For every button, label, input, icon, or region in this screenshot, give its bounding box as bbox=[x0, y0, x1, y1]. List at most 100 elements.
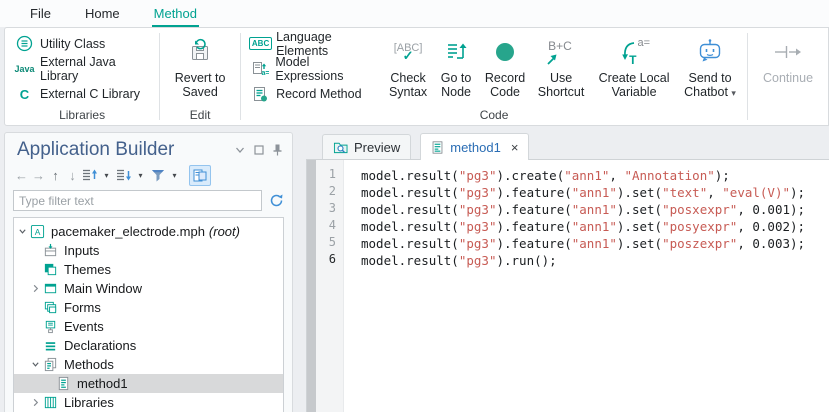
line-number: 4 bbox=[316, 218, 343, 235]
application-builder-panel: Application Builder ← → ↑ ↓ ▾ ▾ ▾ bbox=[4, 132, 293, 412]
ribbon-tab-bar: File Home Method bbox=[0, 0, 829, 27]
panel-pin-icon[interactable] bbox=[273, 144, 282, 156]
record-code-icon bbox=[492, 35, 518, 69]
methods-icon bbox=[42, 357, 58, 372]
continue-label: Continue bbox=[763, 71, 813, 85]
language-elements-icon: ABC bbox=[251, 37, 270, 50]
model-expressions-button[interactable]: a= Model Expressions bbox=[245, 57, 383, 80]
panel-title: Application Builder bbox=[17, 139, 174, 161]
create-local-variable-button[interactable]: a=T Create Local Variable bbox=[591, 31, 677, 107]
tree-item-label: Forms bbox=[64, 300, 101, 315]
tree-item-method1[interactable]: method1 bbox=[14, 374, 283, 393]
filter-input[interactable] bbox=[13, 190, 262, 211]
tree-item-main-window[interactable]: Main Window bbox=[14, 279, 283, 298]
use-shortcut-button[interactable]: B+C Use Shortcut bbox=[531, 31, 591, 107]
code-line[interactable]: model.result("pg3").feature("ann1").set(… bbox=[361, 218, 829, 235]
go-back-button[interactable]: ← bbox=[13, 165, 30, 185]
tree-item-pacemaker-electrode-mph[interactable]: Apacemaker_electrode.mph(root) bbox=[14, 222, 283, 241]
code-line[interactable]: model.result("pg3").create("ann1", "Anno… bbox=[361, 167, 829, 184]
themes-icon bbox=[42, 262, 58, 277]
move-up-button[interactable]: ↑ bbox=[47, 165, 64, 185]
tree-item-events[interactable]: Events bbox=[14, 317, 283, 336]
expand-all-menu-caret[interactable]: ▾ bbox=[132, 165, 149, 185]
tree-item-methods[interactable]: Methods bbox=[14, 355, 283, 374]
code-line[interactable]: model.result("pg3").feature("ann1").set(… bbox=[361, 201, 829, 218]
code-line[interactable]: model.result("pg3").feature("ann1").set(… bbox=[361, 235, 829, 252]
utility-class-icon bbox=[15, 35, 34, 52]
group-label-edit: Edit bbox=[164, 107, 236, 124]
tree-item-label: Themes bbox=[64, 262, 111, 277]
tree-item-label: Declarations bbox=[64, 338, 136, 353]
continue-icon bbox=[774, 35, 802, 69]
tab-method[interactable]: Method bbox=[152, 2, 199, 27]
tree-expanded-chevron-icon[interactable] bbox=[16, 227, 29, 236]
use-shortcut-icon: B+C bbox=[544, 35, 578, 69]
model-expressions-label: Model Expressions bbox=[275, 55, 377, 83]
send-to-chatbot-label: Send to Chatbot bbox=[684, 71, 731, 99]
filter-button[interactable] bbox=[149, 165, 166, 185]
tree-expanded-chevron-icon[interactable] bbox=[29, 360, 42, 369]
external-c-library-label: External C Library bbox=[40, 87, 140, 101]
expand-all-button[interactable] bbox=[115, 165, 132, 185]
check-syntax-button[interactable]: [ABC]✓ Check Syntax bbox=[383, 31, 433, 107]
record-method-button[interactable]: Record Method bbox=[245, 83, 383, 106]
go-to-node-icon bbox=[443, 35, 469, 69]
collapse-all-menu-caret[interactable]: ▾ bbox=[98, 165, 115, 185]
record-code-button[interactable]: Record Code bbox=[479, 31, 531, 107]
tab-file[interactable]: File bbox=[28, 2, 53, 27]
send-to-chatbot-button[interactable]: Send to Chatbot ▾ bbox=[677, 31, 743, 107]
forms-icon bbox=[42, 300, 58, 315]
editor-area: Preview method1 × 123456 model.result("p… bbox=[306, 132, 829, 412]
tree-item-themes[interactable]: Themes bbox=[14, 260, 283, 279]
external-c-library-button[interactable]: C External C Library bbox=[9, 83, 155, 106]
tab-home[interactable]: Home bbox=[83, 2, 122, 27]
ribbon-group-debug: Continue bbox=[748, 28, 828, 125]
tree-item-forms[interactable]: Forms bbox=[14, 298, 283, 317]
go-to-node-button[interactable]: Go to Node bbox=[433, 31, 479, 107]
revert-to-saved-button[interactable]: Revert to Saved bbox=[164, 31, 236, 107]
tree-item-declarations[interactable]: Declarations bbox=[14, 336, 283, 355]
model-expressions-icon: a= bbox=[251, 60, 269, 77]
line-number-gutter: 123456 bbox=[316, 160, 344, 412]
tab-preview-label: Preview bbox=[354, 140, 400, 155]
send-to-chatbot-icon bbox=[696, 35, 724, 69]
app-root-icon: A bbox=[29, 224, 45, 239]
tree-item-libraries[interactable]: Libraries bbox=[14, 393, 283, 412]
code-line[interactable]: model.result("pg3").feature("ann1").set(… bbox=[361, 184, 829, 201]
tree-collapsed-chevron-icon[interactable] bbox=[29, 284, 42, 293]
collapse-all-button[interactable] bbox=[81, 165, 98, 185]
declarations-icon bbox=[42, 338, 58, 353]
tree-item-inputs[interactable]: Inputs bbox=[14, 241, 283, 260]
method-icon bbox=[55, 376, 71, 391]
tree-toolbar: ← → ↑ ↓ ▾ ▾ ▾ bbox=[13, 164, 284, 186]
language-elements-label: Language Elements bbox=[276, 30, 377, 58]
tree-item-label: method1 bbox=[77, 376, 128, 391]
events-icon bbox=[42, 319, 58, 334]
editor-tools-toggle-button[interactable] bbox=[189, 165, 211, 186]
utility-class-button[interactable]: Utility Class bbox=[9, 32, 155, 55]
workspace: Application Builder ← → ↑ ↓ ▾ ▾ ▾ bbox=[0, 132, 829, 412]
code-line[interactable]: model.result("pg3").run(); bbox=[361, 252, 829, 269]
go-forward-button[interactable]: → bbox=[30, 165, 47, 185]
line-number: 6 bbox=[316, 252, 343, 269]
c-library-icon: C bbox=[15, 87, 34, 102]
filter-menu-caret[interactable]: ▾ bbox=[166, 165, 183, 185]
tab-method1[interactable]: method1 × bbox=[420, 133, 529, 160]
create-local-variable-icon: a=T bbox=[616, 35, 652, 69]
external-java-library-button[interactable]: Java External Java Library bbox=[9, 57, 155, 80]
tree-collapsed-chevron-icon[interactable] bbox=[29, 398, 42, 407]
tab-preview[interactable]: Preview bbox=[322, 134, 411, 159]
record-method-icon bbox=[251, 86, 270, 103]
move-down-button[interactable]: ↓ bbox=[64, 165, 81, 185]
breakpoint-margin[interactable] bbox=[307, 160, 316, 412]
code-area[interactable]: model.result("pg3").create("ann1", "Anno… bbox=[344, 160, 829, 412]
code-editor: 123456 model.result("pg3").create("ann1"… bbox=[306, 159, 829, 412]
close-icon[interactable]: × bbox=[511, 140, 519, 155]
panel-menu-chevron-icon[interactable] bbox=[235, 146, 245, 154]
preview-icon bbox=[333, 140, 348, 154]
continue-button[interactable]: Continue bbox=[752, 31, 824, 121]
main-window-icon bbox=[42, 281, 58, 296]
refresh-icon[interactable] bbox=[269, 193, 284, 208]
language-elements-button[interactable]: ABC Language Elements bbox=[245, 32, 383, 55]
panel-float-icon[interactable] bbox=[254, 145, 264, 155]
